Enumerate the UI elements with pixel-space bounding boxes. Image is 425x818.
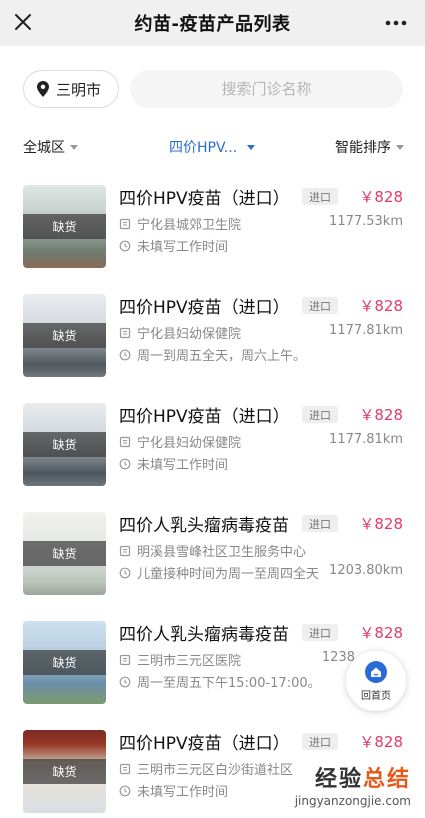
hours-row: 周一至周五下午15:00-17:00。	[119, 672, 329, 691]
clinic-row: 三明市三元区白沙街道社区	[119, 759, 293, 778]
import-tag: 进口	[302, 733, 338, 750]
out-of-stock-badge: 缺货	[23, 214, 106, 239]
city-label: 三明市	[56, 80, 102, 99]
home-button-label: 回首页	[361, 690, 391, 702]
district-filter-label: 全城区	[23, 140, 65, 156]
product-price: ￥828	[359, 297, 403, 315]
more-icon[interactable]	[383, 13, 409, 33]
import-tag: 进口	[302, 624, 338, 641]
search-input[interactable]	[130, 70, 403, 108]
clock-icon	[119, 676, 131, 687]
clinic-name: 三明市三元区白沙街道社区	[137, 763, 294, 778]
clinic-row: 明溪县雪峰社区卫生服务中心	[119, 541, 306, 560]
product-name: 四价HPV疫苗（进口）	[119, 734, 290, 754]
product-price: ￥828	[359, 624, 403, 642]
working-hours: 周一至周五下午15:00-17:00。	[137, 676, 321, 691]
hospital-icon	[119, 218, 131, 229]
home-button[interactable]: 回首页	[346, 651, 406, 711]
clinic-photo: 缺货	[23, 403, 106, 486]
clinic-name: 宁化县妇幼保健院	[137, 327, 242, 342]
out-of-stock-badge: 缺货	[23, 323, 106, 348]
clock-icon	[119, 240, 131, 251]
clinic-photo: 缺货	[23, 294, 106, 377]
import-tag: 进口	[302, 406, 338, 423]
home-icon	[365, 660, 387, 683]
close-icon[interactable]	[12, 11, 34, 33]
clinic-row: 三明市三元区医院	[119, 650, 241, 669]
hospital-icon	[119, 763, 131, 774]
product-name: 四价HPV疫苗（进口）	[119, 298, 290, 318]
product-item[interactable]: 缺货 四价HPV疫苗（进口） 进口 ￥828 宁化县妇幼保健院 1177.81k…	[0, 276, 425, 386]
clinic-name: 宁化县城郊卫生院	[137, 218, 242, 233]
product-price: ￥828	[359, 406, 403, 424]
out-of-stock-badge: 缺货	[23, 432, 106, 457]
clinic-photo: 缺货	[23, 185, 106, 268]
clinic-name: 宁化县妇幼保健院	[137, 436, 242, 451]
distance: 1238	[321, 650, 355, 665]
product-item[interactable]: 缺货 四价HPV疫苗（进口） 进口 ￥828 宁化县妇幼保健院 1177.81k…	[0, 385, 425, 495]
clinic-photo: 缺货	[23, 730, 106, 813]
working-hours: 未填写工作时间	[137, 240, 229, 255]
distance: 1177.81km	[329, 323, 403, 338]
watermark-brand: 经验总结	[314, 767, 411, 792]
clinic-photo: 缺货	[23, 512, 106, 595]
vaccine-filter[interactable]: 四价HPV...	[169, 134, 256, 160]
hours-row: 未填写工作时间	[119, 236, 329, 255]
working-hours: 周一到周五全天，周六上午。	[137, 349, 307, 364]
product-name: 四价人乳头瘤病毒疫苗	[119, 625, 289, 645]
watermark-url: jingyanzongjie.com	[294, 794, 411, 808]
product-item[interactable]: 缺货 四价HPV疫苗（进口） 进口 ￥828 宁化县城郊卫生院 1177.53k…	[0, 167, 425, 277]
watermark: 经验总结 jingyanzongjie.com	[295, 761, 411, 808]
distance: 1177.53km	[329, 214, 403, 229]
clock-icon	[119, 349, 131, 360]
hours-row: 未填写工作时间	[119, 454, 329, 473]
product-name: 四价HPV疫苗（进口）	[119, 407, 290, 427]
clinic-name: 明溪县雪峰社区卫生服务中心	[137, 545, 307, 560]
clinic-name: 三明市三元区医院	[137, 654, 242, 669]
distance: 1203.80km	[329, 563, 403, 578]
dropdown-arrow-icon	[247, 144, 256, 150]
import-tag: 进口	[302, 515, 338, 532]
hospital-icon	[119, 545, 131, 556]
city-selector[interactable]: 三明市	[23, 70, 119, 108]
product-price: ￥828	[359, 515, 403, 533]
import-tag: 进口	[302, 188, 338, 205]
clock-icon	[119, 567, 131, 578]
location-pin-icon	[37, 81, 49, 97]
page-title: 约苗-疫苗产品列表	[134, 14, 291, 35]
clinic-photo: 缺货	[23, 621, 106, 704]
dropdown-arrow-icon	[396, 144, 404, 150]
vaccine-filter-label: 四价HPV...	[169, 140, 238, 156]
title-bar: 约苗-疫苗产品列表	[0, 0, 425, 46]
product-name: 四价人乳头瘤病毒疫苗	[119, 516, 289, 536]
hours-row: 儿童接种时间为周一至周四全天	[119, 563, 329, 582]
working-hours: 儿童接种时间为周一至周四全天	[137, 567, 320, 582]
clinic-row: 宁化县妇幼保健院	[119, 432, 241, 451]
product-price: ￥828	[359, 733, 403, 751]
product-item[interactable]: 缺货 四价人乳头瘤病毒疫苗 进口 ￥828 明溪县雪峰社区卫生服务中心 1203…	[0, 494, 425, 604]
clinic-row: 宁化县妇幼保健院	[119, 323, 241, 342]
hours-row: 周一到周五全天，周六上午。	[119, 345, 329, 364]
search-row: 三明市	[0, 66, 425, 110]
product-name: 四价HPV疫苗（进口）	[119, 189, 290, 209]
sort-filter[interactable]: 智能排序	[335, 134, 404, 160]
clock-icon	[119, 458, 131, 469]
import-tag: 进口	[302, 297, 338, 314]
out-of-stock-badge: 缺货	[23, 541, 106, 566]
clock-icon	[119, 785, 131, 796]
clinic-row: 宁化县城郊卫生院	[119, 214, 241, 233]
working-hours: 未填写工作时间	[137, 458, 229, 473]
district-filter[interactable]: 全城区	[23, 134, 78, 160]
dropdown-arrow-icon	[70, 144, 78, 150]
hospital-icon	[119, 327, 131, 338]
out-of-stock-badge: 缺货	[23, 650, 106, 675]
product-price: ￥828	[359, 188, 403, 206]
hospital-icon	[119, 436, 131, 447]
out-of-stock-badge: 缺货	[23, 759, 106, 784]
working-hours: 未填写工作时间	[137, 785, 229, 800]
filter-bar: 全城区 四价HPV... 智能排序	[0, 134, 425, 160]
distance: 1177.81km	[329, 432, 403, 447]
sort-filter-label: 智能排序	[335, 140, 391, 156]
hospital-icon	[119, 654, 131, 665]
